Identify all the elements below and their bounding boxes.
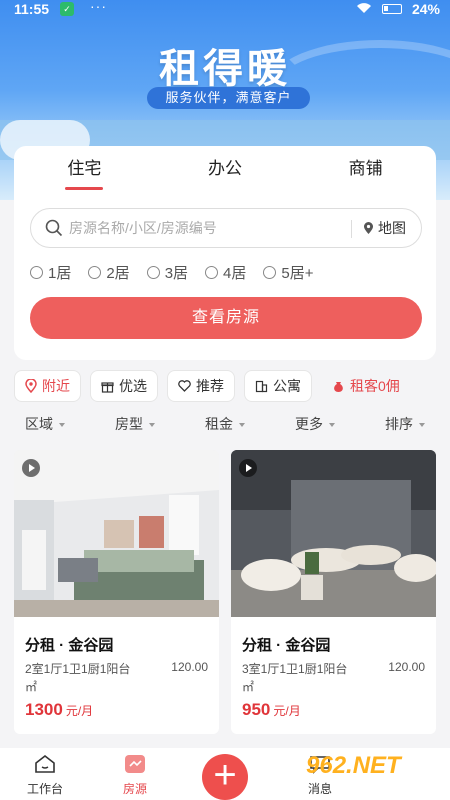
caret-down-icon <box>419 423 425 428</box>
listing-area: 120.00 <box>171 660 208 674</box>
search-card: 住宅 办公 商铺 地图 1居 2居 3居 4居 5居+ 查看房源 <box>14 146 436 360</box>
listings-icon <box>125 755 145 773</box>
filter-rent[interactable]: 租金 <box>180 414 270 434</box>
caret-down-icon <box>239 423 245 428</box>
chip-label: 公寓 <box>273 378 301 394</box>
filter-more[interactable]: 更多 <box>270 414 360 434</box>
chip-recommended[interactable]: 推荐 <box>167 370 235 402</box>
add-listing-button[interactable]: + <box>202 754 248 800</box>
listing-title: 分租 · 金谷园 <box>25 637 114 654</box>
gift-icon <box>101 381 114 393</box>
filter-sort[interactable]: 排序 <box>360 414 450 434</box>
room-label: 3居 <box>164 265 189 282</box>
radio-icon <box>146 266 160 279</box>
price-value: 950 <box>242 700 271 719</box>
sort-filter-bar: 区域 房型 租金 更多 排序 <box>0 414 450 434</box>
filter-district[interactable]: 区域 <box>0 414 90 434</box>
radio-icon <box>88 266 102 279</box>
room-option-2[interactable]: 2居 <box>88 262 130 283</box>
room-label: 4居 <box>223 265 247 282</box>
chip-preferred[interactable]: 优选 <box>90 370 158 402</box>
nav-label: 房源 <box>122 782 147 796</box>
price-value: 1300 <box>25 700 63 719</box>
play-video-icon[interactable] <box>22 459 40 477</box>
room-count-options: 1居 2居 3居 4居 5居+ <box>30 262 313 283</box>
listing-layout: 2室1厅1卫1厨1阳台 <box>25 662 131 676</box>
tab-residential[interactable]: 住宅 <box>14 146 155 190</box>
tab-office[interactable]: 办公 <box>155 146 296 190</box>
chip-apartment[interactable]: 公寓 <box>244 370 312 402</box>
chip-label: 推荐 <box>196 378 224 394</box>
radio-icon <box>263 266 277 279</box>
search-input[interactable] <box>69 217 339 239</box>
listing-card[interactable]: 分租 · 金谷园 2室1厅1卫1厨1阳台 120.00 ㎡ 1300 元/月 <box>14 450 219 734</box>
site-watermark: 962.NET <box>306 752 401 779</box>
view-listings-button[interactable]: 查看房源 <box>30 297 422 339</box>
location-pin-icon <box>364 221 373 234</box>
listing-area-unit: ㎡ <box>242 680 255 694</box>
map-button[interactable]: 地图 <box>363 218 406 238</box>
nav-label: 工作台 <box>26 782 63 796</box>
chip-nearby[interactable]: 附近 <box>14 370 81 402</box>
play-video-icon[interactable] <box>239 459 257 477</box>
more-dots-icon: ··· <box>90 0 107 14</box>
nav-label: 消息 <box>307 782 332 796</box>
room-option-1[interactable]: 1居 <box>30 262 71 283</box>
listing-card[interactable]: 分租 · 金谷园 3室1厅1卫1厨1阳台 120.00 ㎡ 950 元/月 <box>231 450 436 734</box>
building-icon <box>255 380 268 392</box>
tab-shop[interactable]: 商铺 <box>295 146 436 190</box>
house-icon <box>35 754 55 773</box>
filter-label: 排序 <box>385 416 413 432</box>
app-logo: 租得暖 <box>159 47 291 91</box>
caret-down-icon <box>329 423 335 428</box>
price-unit: 元/月 <box>273 704 301 718</box>
nav-workbench[interactable]: 工作台 <box>15 754 75 797</box>
room-label: 5居+ <box>281 265 314 282</box>
listing-title: 分租 · 金谷园 <box>242 637 331 654</box>
chip-label: 附近 <box>42 378 70 394</box>
battery-icon <box>381 4 402 14</box>
listing-price: 950 元/月 <box>242 700 301 720</box>
room-option-3[interactable]: 3居 <box>146 262 189 283</box>
caret-down-icon <box>59 423 65 428</box>
shield-icon: ✓ <box>60 2 74 16</box>
status-time: 11:55 <box>14 1 50 17</box>
radio-icon <box>205 266 219 279</box>
listing-area-unit: ㎡ <box>25 680 38 694</box>
status-bar: 11:55 ✓ ··· 24% <box>0 0 450 20</box>
radio-icon <box>30 266 43 279</box>
location-icon <box>25 379 37 393</box>
wifi-icon <box>356 1 372 17</box>
property-type-tabs: 住宅 办公 商铺 <box>14 146 436 190</box>
listing-area: 120.00 <box>388 660 425 674</box>
filter-label: 更多 <box>295 416 323 432</box>
battery-percent: 24% <box>411 1 440 17</box>
listing-layout: 3室1厅1卫1厨1阳台 <box>242 662 348 676</box>
filter-layout[interactable]: 房型 <box>90 414 180 434</box>
app-slogan: 服务伙伴，满意客户 <box>147 87 310 109</box>
listing-photo <box>231 450 436 617</box>
chip-label: 优选 <box>119 378 147 394</box>
room-label: 1居 <box>48 265 72 282</box>
chip-zero-commission[interactable]: 租客0佣 <box>321 370 411 402</box>
price-unit: 元/月 <box>65 704 94 718</box>
nav-listings[interactable]: 房源 <box>105 754 165 797</box>
room-option-4[interactable]: 4居 <box>205 262 246 283</box>
room-label: 2居 <box>106 265 130 282</box>
room-option-5plus[interactable]: 5居+ <box>263 262 313 283</box>
quick-filter-chips: 附近 优选 推荐 公寓 租客0佣 <box>14 370 411 402</box>
listing-photo <box>14 450 219 617</box>
divider <box>351 220 352 238</box>
search-box: 地图 <box>30 208 422 248</box>
listing-price: 1300 元/月 <box>25 700 93 720</box>
caret-down-icon <box>149 423 155 428</box>
filter-label: 租金 <box>205 416 233 432</box>
search-icon <box>45 219 63 237</box>
filter-label: 房型 <box>115 416 143 432</box>
chip-label: 租客0佣 <box>350 378 400 394</box>
money-bag-icon <box>334 382 343 392</box>
map-label: 地图 <box>378 220 406 236</box>
filter-label: 区域 <box>25 416 53 432</box>
heart-icon <box>178 380 191 392</box>
